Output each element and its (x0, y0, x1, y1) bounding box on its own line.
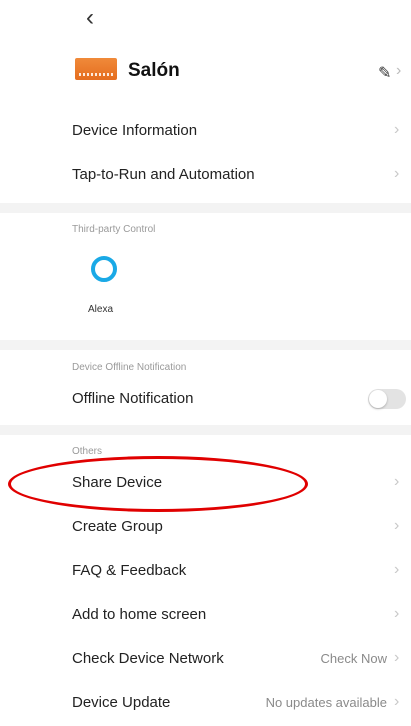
device-thumbnail (75, 58, 117, 80)
check-now-link[interactable]: Check Now (321, 651, 387, 666)
row-offline-notification: Offline Notification (0, 378, 411, 422)
alexa-label: Alexa (88, 304, 114, 315)
section-label-offline: Device Offline Notification (72, 362, 187, 373)
row-label: Device Information (72, 122, 198, 139)
top-bar: ‹ (0, 0, 411, 36)
row-label: Offline Notification (72, 390, 194, 407)
section-divider (0, 425, 411, 435)
update-status: No updates available (265, 695, 387, 710)
row-create-group[interactable]: Create Group › (0, 506, 411, 550)
chevron-right-icon: › (394, 649, 400, 666)
alexa-icon[interactable] (91, 256, 117, 282)
row-label: FAQ & Feedback (72, 562, 187, 579)
chevron-right-icon: › (394, 517, 400, 534)
chevron-right-icon: › (394, 165, 400, 182)
section-label-others: Others (72, 446, 103, 457)
section-divider (0, 203, 411, 213)
row-add-to-home-screen[interactable]: Add to home screen › (0, 594, 411, 638)
row-label: Check Device Network (72, 650, 224, 667)
chevron-right-icon: › (394, 605, 400, 622)
row-device-update[interactable]: Device Update No updates available › (0, 682, 411, 726)
section-divider (0, 340, 411, 350)
chevron-right-icon: › (396, 62, 402, 79)
row-label: Tap-to-Run and Automation (72, 166, 255, 183)
annotation-ellipse (8, 456, 308, 512)
row-label: Create Group (72, 518, 163, 535)
chevron-right-icon: › (394, 693, 400, 710)
row-tap-to-run[interactable]: Tap-to-Run and Automation › (0, 154, 411, 198)
section-label-third-party: Third-party Control (72, 224, 156, 235)
toggle-knob (369, 390, 387, 408)
device-header: Salón ✎ › (0, 50, 411, 98)
row-faq-feedback[interactable]: FAQ & Feedback › (0, 550, 411, 594)
row-label: Device Update (72, 694, 171, 711)
chevron-right-icon: › (394, 561, 400, 578)
pencil-icon[interactable]: ✎ (378, 63, 391, 83)
row-label: Add to home screen (72, 606, 207, 623)
chevron-left-icon[interactable]: ‹ (86, 4, 94, 32)
row-check-device-network[interactable]: Check Device Network Check Now › (0, 638, 411, 682)
chevron-right-icon: › (394, 473, 400, 490)
row-device-information[interactable]: Device Information › (0, 110, 411, 154)
chevron-right-icon: › (394, 121, 400, 138)
device-name: Salón (128, 60, 180, 81)
offline-notification-toggle[interactable] (368, 389, 406, 409)
